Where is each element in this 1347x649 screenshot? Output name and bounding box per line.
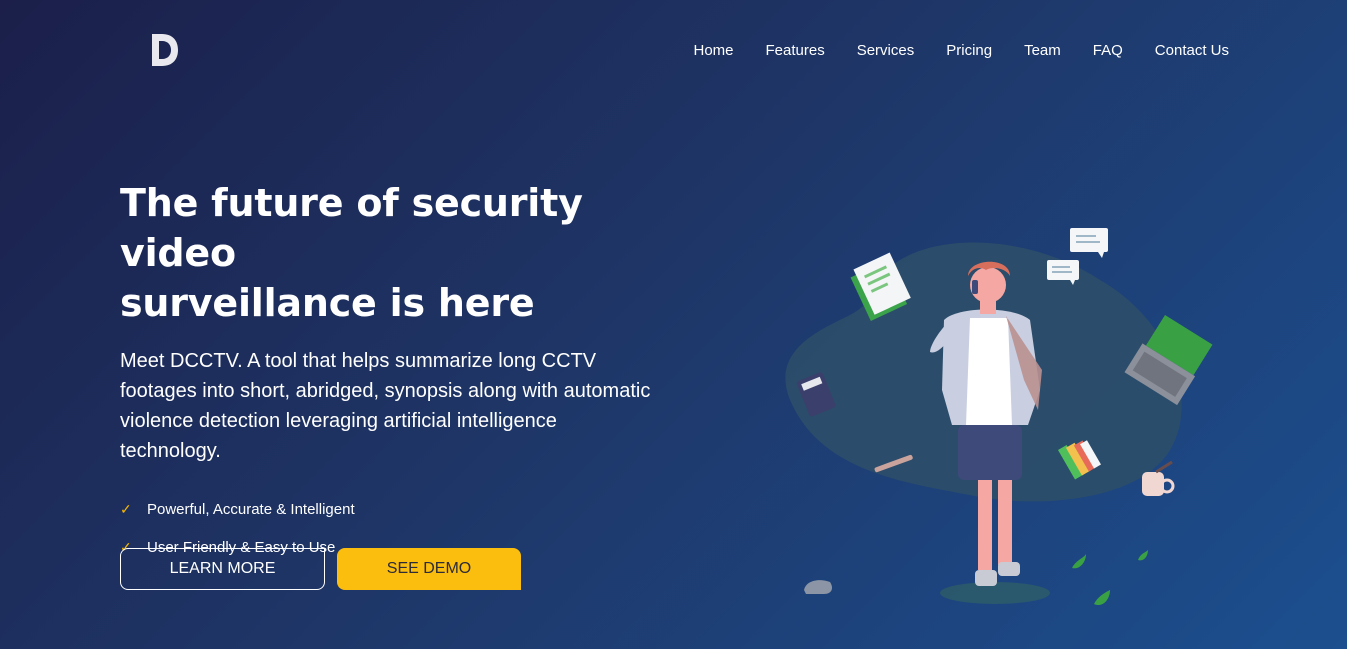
see-demo-button[interactable]: SEE DEMO (337, 548, 521, 590)
nav-contact[interactable]: Contact Us (1155, 42, 1229, 59)
hero-title-line2: surveillance is here (120, 281, 535, 325)
nav-home[interactable]: Home (693, 42, 733, 59)
logo-d-icon (152, 34, 178, 66)
feature-item: ✓ Powerful, Accurate & Intelligent (120, 490, 680, 528)
hero-section: The future of security video surveillanc… (120, 178, 680, 566)
nav-team[interactable]: Team (1024, 42, 1061, 59)
learn-more-button[interactable]: LEARN MORE (120, 548, 325, 590)
cta-buttons: LEARN MORE SEE DEMO (120, 548, 521, 590)
logo[interactable] (148, 32, 182, 68)
leaf-icon (1138, 550, 1148, 561)
feature-text: Powerful, Accurate & Intelligent (147, 500, 355, 518)
nav-faq[interactable]: FAQ (1093, 42, 1123, 59)
main-nav: Home Features Services Pricing Team FAQ … (693, 42, 1229, 59)
check-icon: ✓ (120, 500, 132, 517)
nav-pricing[interactable]: Pricing (946, 42, 992, 59)
leaf-icon (1094, 590, 1110, 606)
rock-icon (804, 580, 832, 594)
chat-bubble-icon (1070, 228, 1108, 258)
nav-features[interactable]: Features (766, 42, 825, 59)
hero-illustration (785, 228, 1213, 606)
hero-description: Meet DCCTV. A tool that helps summarize … (120, 350, 651, 462)
hero-title: The future of security video surveillanc… (120, 178, 680, 328)
leaf-icon (1072, 554, 1086, 569)
hero-title-line1: The future of security video (120, 181, 583, 275)
nav-services[interactable]: Services (857, 42, 915, 59)
